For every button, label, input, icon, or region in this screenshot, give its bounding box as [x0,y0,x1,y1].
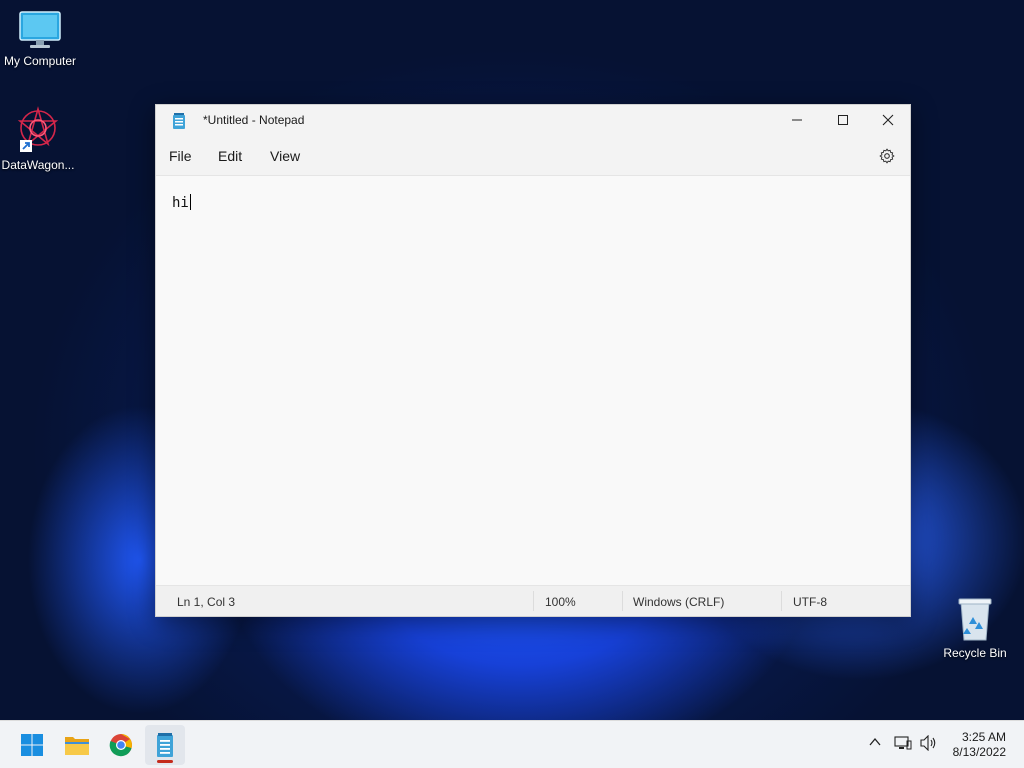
desktop: My Computer DataWagon... Recycle Bin *Un… [0,0,1024,768]
menu-file[interactable]: File [169,148,192,164]
desktop-icon-label: DataWagon... [1,158,75,172]
recycle-bin-icon [955,596,995,642]
network-icon [894,736,912,750]
status-encoding: UTF-8 [793,595,827,609]
taskbar-chrome[interactable] [101,725,141,765]
network-button[interactable] [894,735,912,756]
status-line-ending: Windows (CRLF) [633,595,725,609]
status-zoom: 100% [545,595,576,609]
notepad-icon [157,733,173,757]
close-button[interactable] [865,105,911,135]
volume-button[interactable] [920,734,938,756]
chevron-up-icon [869,737,881,746]
clock-date: 8/13/2022 [952,745,1006,759]
desktop-icon-label: My Computer [3,54,77,68]
datawagon-shortcut-icon [14,106,62,154]
chrome-icon [109,734,132,757]
taskbar-file-explorer[interactable] [57,725,97,765]
menu-bar: File Edit View [156,137,910,176]
text-caret [189,194,191,210]
gear-icon [879,148,895,164]
close-icon [882,114,894,126]
status-bar: Ln 1, Col 3 100% Windows (CRLF) UTF-8 [156,585,910,616]
speaker-icon [920,734,936,752]
file-explorer-icon [65,737,89,755]
status-divider [781,591,782,611]
desktop-icon-my-computer[interactable]: My Computer [0,10,80,68]
taskbar: 3:25 AM 8/13/2022 [0,720,1024,768]
text-editor[interactable]: hi [156,176,910,585]
active-app-indicator [157,760,173,763]
maximize-button[interactable] [820,105,866,135]
start-button[interactable] [12,725,52,765]
settings-button[interactable] [879,148,895,169]
monitor-icon [18,10,62,50]
taskbar-clock[interactable]: 3:25 AM 8/13/2022 [953,730,1006,760]
desktop-icon-datawagon[interactable]: DataWagon... [0,106,78,172]
minimize-icon [792,119,802,121]
menu-edit[interactable]: Edit [218,148,242,164]
menu-view[interactable]: View [270,148,300,164]
notepad-icon [172,113,186,135]
clock-time: 3:25 AM [961,730,1006,744]
window-title: *Untitled - Notepad [203,113,305,127]
show-hidden-icons-button[interactable] [868,735,882,754]
status-divider [533,591,534,611]
editor-content: hi [172,194,191,211]
status-divider [622,591,623,611]
title-bar[interactable]: *Untitled - Notepad [156,105,910,137]
maximize-icon [838,115,848,125]
desktop-icon-label: Recycle Bin [943,646,1007,660]
notepad-window[interactable]: *Untitled - Notepad File Edit View hi Ln… [155,104,911,617]
windows-logo-icon [21,734,43,756]
status-position: Ln 1, Col 3 [177,595,236,609]
minimize-button[interactable] [774,105,820,135]
taskbar-notepad[interactable] [145,725,185,765]
desktop-icon-recycle-bin[interactable]: Recycle Bin [935,596,1015,660]
